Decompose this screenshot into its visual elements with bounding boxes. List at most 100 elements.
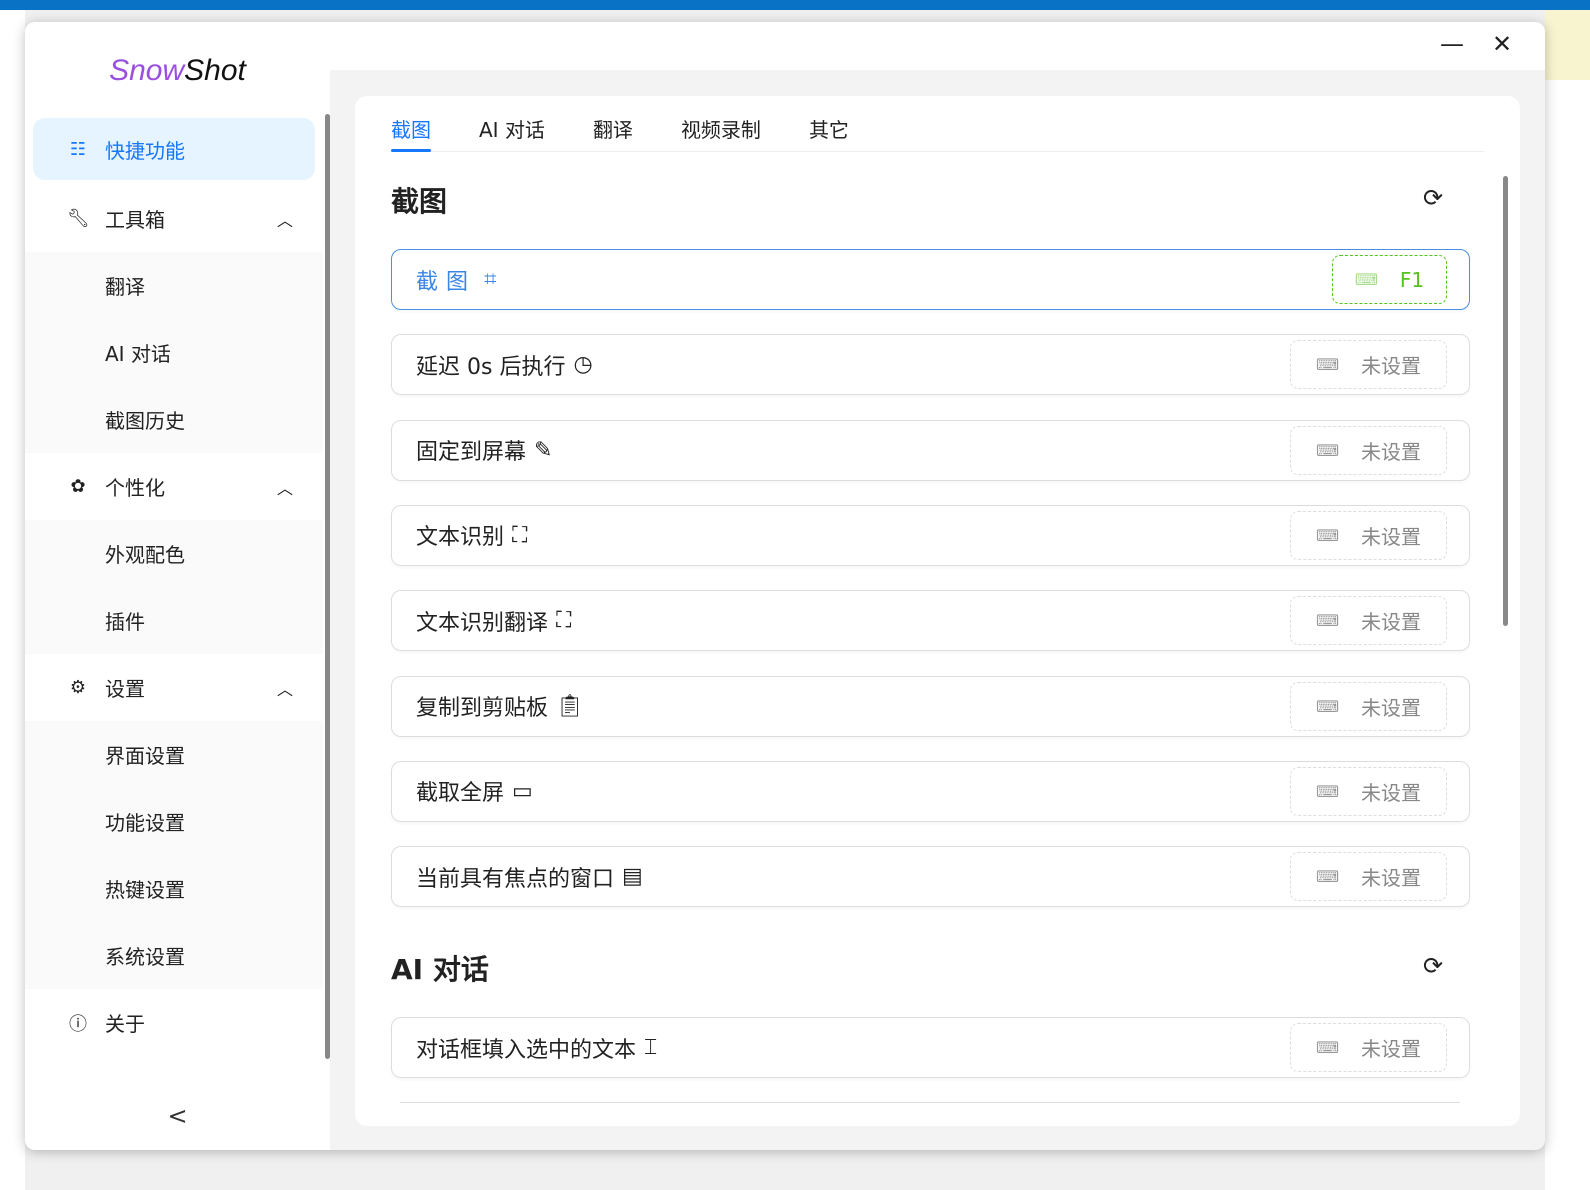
sidebar-item-about[interactable]: ⓘ 关于: [25, 989, 323, 1056]
sidebar-nav: ☷ 快捷功能 🔧︎ 工具箱 ︿ 翻译 AI 对话 截图历史 ✿ 个性化 ︿ 外观配色 插件…: [25, 118, 323, 1056]
sidebar-item-plugins[interactable]: 插件: [25, 587, 323, 654]
window-icon: ▤: [622, 864, 643, 890]
sidebar-item-personalize[interactable]: ✿ 个性化 ︿: [25, 453, 323, 520]
hotkey-input[interactable]: ⌨ F1: [1332, 255, 1447, 304]
shortcut-row[interactable]: 当前具有焦点的窗口 ▤ ⌨ 未设置: [391, 846, 1470, 908]
shortcut-row[interactable]: 对话框填入选中的文本 ⌶ ⌨ 未设置: [391, 1017, 1470, 1078]
tab-video[interactable]: 视频录制: [681, 96, 761, 151]
sidebar: SnowShot ☷ 快捷功能 🔧︎ 工具箱 ︿ 翻译 AI 对话 截图历史 ✿ 个性化…: [25, 22, 330, 1150]
keyboard-icon: ⌨: [1315, 867, 1340, 887]
snowshot-window: SnowShot ☷ 快捷功能 🔧︎ 工具箱 ︿ 翻译 AI 对话 截图历史 ✿ 个性化…: [25, 22, 1545, 1150]
hotkey-value: F1: [1399, 267, 1425, 292]
label: 个性化: [105, 476, 165, 500]
sidebar-item-hotkey-settings[interactable]: 热键设置: [25, 855, 323, 922]
hotkey-input[interactable]: ⌨ 未设置: [1290, 681, 1447, 731]
sidebar-item-settings[interactable]: ⚙ 设置 ︿: [25, 654, 323, 721]
shortcut-row[interactable]: 固定到屏幕 ✎ ⌨ 未设置: [391, 419, 1470, 481]
content-scrollbar[interactable]: [1503, 176, 1508, 626]
gear-icon: ⚙: [69, 677, 87, 698]
hotkey-input[interactable]: ⌨ 未设置: [1290, 852, 1447, 902]
label: 截图历史: [105, 409, 185, 433]
wrench-icon: 🔧︎: [67, 208, 90, 229]
label: AI 对话: [105, 342, 171, 366]
sidebar-item-history[interactable]: 截图历史: [25, 386, 323, 453]
translate-icon: ⛶: [556, 608, 572, 634]
label: 界面设置: [105, 744, 185, 768]
keyboard-icon: ⌨: [1315, 1038, 1340, 1057]
chevron-up-icon: ︿: [276, 679, 293, 699]
sidebar-item-function-settings[interactable]: 功能设置: [25, 788, 323, 855]
section-title-ai: AI 对话: [391, 953, 489, 986]
shortcut-label: 文本识别翻译: [416, 610, 549, 636]
collapse-sidebar-button[interactable]: <: [25, 1102, 330, 1130]
hotkey-value: 未设置: [1361, 524, 1422, 549]
label: 快捷功能: [105, 138, 185, 163]
shortcut-row[interactable]: 文本识别翻译 ⛶ ⌨ 未设置: [391, 590, 1470, 652]
tab-other[interactable]: 其它: [809, 96, 849, 151]
sidebar-item-toolbox[interactable]: 🔧︎ 工具箱 ︿: [25, 185, 323, 252]
tab-translate[interactable]: 翻译: [593, 96, 633, 151]
clipboard-icon: 📋︎: [556, 693, 584, 719]
shortcut-row[interactable]: 文本识别 ⛶ ⌨ 未设置: [391, 504, 1470, 566]
minimize-button[interactable]: —: [1440, 30, 1464, 58]
text-select-icon: ⌶: [644, 1035, 658, 1060]
label: 系统设置: [105, 945, 185, 969]
shortcut-row[interactable]: 复制到剪贴板 📋︎ ⌨ 未设置: [391, 675, 1470, 737]
info-icon: ⓘ: [69, 1013, 87, 1035]
shortcut-label: 复制到剪贴板: [416, 696, 549, 721]
shortcut-label: 截取全屏: [416, 781, 505, 807]
close-button[interactable]: ✕: [1492, 30, 1512, 58]
shortcut-row[interactable]: 延迟 0s 后执行 ◷ ⌨ 未设置: [391, 334, 1470, 396]
sidebar-item-appearance[interactable]: 外观配色: [25, 520, 323, 587]
reset-icon[interactable]: ⟳: [1423, 184, 1443, 212]
label: 翻译: [105, 275, 145, 299]
label: 热键设置: [105, 878, 185, 902]
sidebar-item-ai-chat[interactable]: AI 对话: [25, 319, 323, 386]
logo-part: Snow: [109, 54, 185, 87]
keyboard-icon: ⌨: [1315, 696, 1340, 716]
keyboard-icon: ⌨: [1354, 270, 1378, 289]
sidebar-scrollbar[interactable]: [325, 114, 330, 1059]
tab-screenshot[interactable]: 截图: [391, 96, 431, 152]
crop-icon: ⌗: [484, 267, 497, 292]
hotkey-input[interactable]: ⌨ 未设置: [1290, 510, 1447, 560]
hotkey-value: 未设置: [1361, 1037, 1422, 1061]
shortcut-label: 文本识别: [416, 525, 505, 551]
grid-icon: ☷: [69, 138, 87, 160]
tab-bar: 截图 AI 对话 翻译 视频录制 其它: [391, 96, 1484, 152]
shortcut-row[interactable]: 截图 ⌗ ⌨ F1: [391, 249, 1470, 310]
label: 插件: [105, 610, 145, 634]
title-bar: — ✕: [330, 22, 1545, 70]
label: 设置: [105, 677, 145, 701]
keyboard-icon: ⌨: [1315, 355, 1340, 375]
shortcut-label: 延迟 0s 后执行: [416, 354, 566, 380]
label: 功能设置: [105, 811, 185, 835]
hotkey-input[interactable]: ⌨ 未设置: [1290, 1023, 1447, 1072]
reset-icon[interactable]: ⟳: [1423, 952, 1443, 980]
shortcut-row[interactable]: 截取全屏 ▭ ⌨ 未设置: [391, 760, 1470, 822]
hotkey-value: 未设置: [1361, 866, 1422, 891]
shortcut-label: 当前具有焦点的窗口: [416, 866, 615, 892]
hotkey-value: 未设置: [1361, 780, 1422, 805]
sidebar-item-ui-settings[interactable]: 界面设置: [25, 721, 323, 788]
pin-icon: ✎: [534, 437, 553, 463]
keyboard-icon: ⌨: [1315, 440, 1340, 460]
hotkey-value: 未设置: [1361, 695, 1422, 720]
keyboard-icon: ⌨: [1315, 611, 1340, 631]
hotkey-input[interactable]: ⌨ 未设置: [1290, 425, 1447, 475]
app-logo: SnowShot: [25, 54, 330, 88]
sidebar-item-quick[interactable]: ☷ 快捷功能: [33, 118, 315, 180]
hotkey-input[interactable]: ⌨ 未设置: [1290, 596, 1447, 646]
desktop-taskbar: [0, 0, 1590, 10]
sidebar-item-system-settings[interactable]: 系统设置: [25, 922, 323, 989]
keyboard-icon: ⌨: [1315, 781, 1340, 801]
keyboard-icon: ⌨: [1315, 525, 1340, 545]
background-window-left: [0, 10, 25, 1190]
hotkey-input[interactable]: ⌨ 未设置: [1290, 340, 1447, 390]
hotkey-input[interactable]: ⌨ 未设置: [1290, 766, 1447, 816]
label: 外观配色: [105, 543, 185, 567]
divider: [400, 1102, 1460, 1103]
monitor-icon: ▭: [512, 778, 533, 804]
sidebar-item-translate[interactable]: 翻译: [25, 252, 323, 319]
tab-ai-chat[interactable]: AI 对话: [479, 96, 545, 151]
